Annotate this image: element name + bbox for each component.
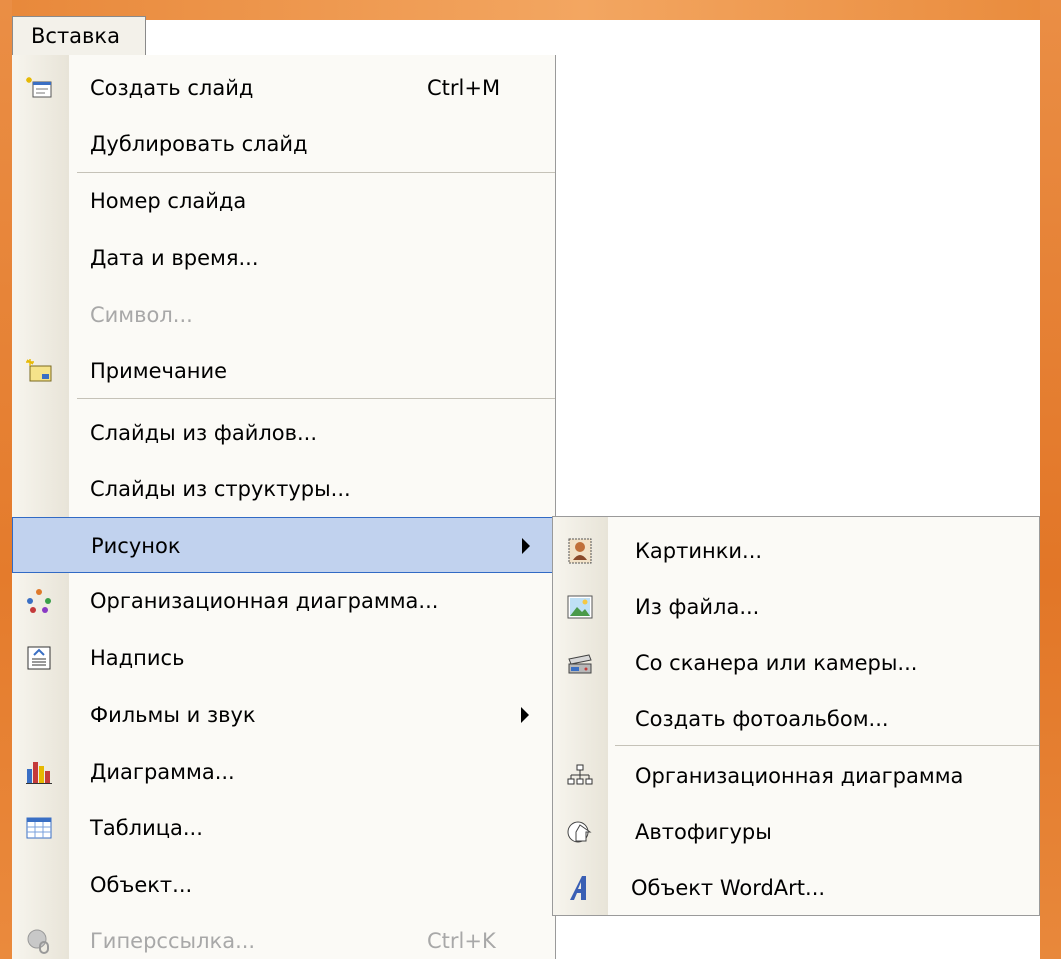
menu-item-label: Автофигуры xyxy=(635,820,772,844)
menu-item-label: Таблица... xyxy=(90,816,203,840)
wordart-icon xyxy=(570,876,586,900)
hyperlink-icon xyxy=(27,929,49,954)
new-slide-icon xyxy=(26,77,52,98)
menu-item-label: Символ... xyxy=(90,303,193,327)
submenu-item-org-chart[interactable]: Организационная диаграмма xyxy=(553,748,1039,804)
menu-item-label: Со сканера или камеры... xyxy=(635,651,918,675)
scanner-icon xyxy=(568,654,592,674)
table-icon xyxy=(26,817,52,839)
submenu-item-scanner[interactable]: Со сканера или камеры... xyxy=(553,635,1039,691)
menu-item-duplicate-slide[interactable]: Дублировать слайд xyxy=(12,116,555,172)
menu-item-hyperlink[interactable]: Гиперссылка... Ctrl+K xyxy=(12,913,555,959)
menu-item-label: Организационная диаграмма... xyxy=(90,589,439,613)
menu-item-label: Картинки... xyxy=(635,539,763,563)
submenu-arrow-icon xyxy=(522,538,530,554)
org-chart-icon xyxy=(27,589,51,613)
menu-item-label: Слайды из структуры... xyxy=(90,477,351,501)
menu-item-label: Создать фотоальбом... xyxy=(635,707,889,731)
menu-item-label: Слайды из файлов... xyxy=(90,421,318,445)
menu-item-org-chart[interactable]: Организационная диаграмма... xyxy=(12,573,555,629)
menu-item-new-slide[interactable]: Создать слайд Ctrl+M xyxy=(12,60,555,116)
menu-item-shortcut: Ctrl+M xyxy=(427,76,501,100)
menu-separator xyxy=(615,745,1039,746)
menu-item-label: Объект WordArt... xyxy=(631,876,826,900)
menu-item-label: Организационная диаграмма xyxy=(635,764,964,788)
submenu-item-clipart[interactable]: Картинки... xyxy=(553,523,1039,579)
menu-item-picture[interactable]: Рисунок xyxy=(12,517,555,573)
menu-item-comment[interactable]: Примечание xyxy=(12,343,555,399)
picture-from-file-icon xyxy=(567,595,593,619)
submenu-item-photo-album[interactable]: Создать фотоальбом... xyxy=(553,691,1039,747)
submenu-tail: Объект WordArt... xyxy=(552,860,1040,916)
comment-icon xyxy=(26,359,52,382)
menu-item-slides-from-outline[interactable]: Слайды из структуры... xyxy=(12,461,555,517)
submenu-arrow-icon xyxy=(521,707,529,723)
window-frame-right xyxy=(1040,0,1061,959)
menu-item-label: Создать слайд xyxy=(90,76,254,100)
submenu-bottom-border xyxy=(552,915,1040,916)
window-frame-top xyxy=(0,0,1061,20)
menu-separator xyxy=(77,398,555,399)
clipart-icon xyxy=(568,538,592,564)
window-frame-left xyxy=(0,0,12,959)
submenu-item-from-file[interactable]: Из файла... xyxy=(553,579,1039,635)
menu-item-textbox[interactable]: Надпись xyxy=(12,630,555,686)
menu-item-object[interactable]: Объект... xyxy=(12,857,555,913)
menubar-insert[interactable]: Вставка xyxy=(12,16,146,56)
menu-item-slides-from-files[interactable]: Слайды из файлов... xyxy=(12,405,555,461)
submenu-item-autoshapes[interactable]: Автофигуры xyxy=(553,804,1039,860)
submenu-item-wordart[interactable]: Объект WordArt... xyxy=(553,860,1039,916)
org-chart-small-icon xyxy=(567,764,593,785)
menu-item-slide-number[interactable]: Номер слайда xyxy=(12,173,555,229)
menu-item-label: Примечание xyxy=(90,359,228,383)
menu-item-label: Объект... xyxy=(90,873,193,897)
menu-item-shortcut: Ctrl+K xyxy=(427,929,496,953)
chart-icon xyxy=(26,762,52,784)
picture-submenu: Картинки... Из файла... Со сканера или к… xyxy=(552,516,1040,864)
autoshapes-icon xyxy=(567,821,592,843)
menu-item-chart[interactable]: Диаграмма... xyxy=(12,744,555,800)
insert-menu: Создать слайд Ctrl+M Дублировать слайд Н… xyxy=(12,55,556,959)
menu-item-symbol[interactable]: Символ... xyxy=(12,287,555,343)
menu-item-label: Из файла... xyxy=(635,595,760,619)
menu-item-label: Фильмы и звук xyxy=(90,703,256,727)
menu-item-label: Гиперссылка... xyxy=(90,929,256,953)
menu-item-label: Рисунок xyxy=(91,534,181,558)
menu-item-label: Надпись xyxy=(90,646,185,670)
menu-item-date-time[interactable]: Дата и время... xyxy=(12,230,555,286)
menu-item-label: Дата и время... xyxy=(90,246,259,270)
menu-item-label: Дублировать слайд xyxy=(90,132,308,156)
menu-item-label: Диаграмма... xyxy=(90,760,235,784)
menu-item-movies-sound[interactable]: Фильмы и звук xyxy=(12,687,555,743)
menu-item-label: Номер слайда xyxy=(90,189,247,213)
textbox-icon xyxy=(27,646,51,670)
menu-item-table[interactable]: Таблица... xyxy=(12,800,555,856)
